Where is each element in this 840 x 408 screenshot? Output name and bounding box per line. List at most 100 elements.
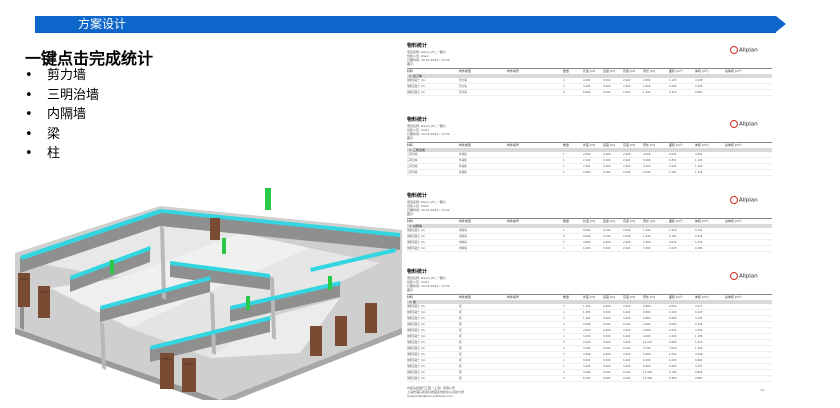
report-meta: 项目名称: Demo_PC_一期六 创建人员: linxin 日期时间: 10.12… (407, 200, 450, 216)
table-cell: 2.000 (583, 323, 591, 326)
table-cell: 1 (563, 159, 565, 162)
table-row: 三明治墙 外墙板 1 2.660 0.160 2.940 5.426 1.991 1.174 (407, 170, 772, 176)
table-cell: 2 (563, 353, 565, 356)
report-title: 物料统计 (407, 269, 428, 275)
table-cell: 4.795 (643, 347, 651, 350)
page-number: 1/1 (760, 388, 765, 392)
table-cell: 外墙板 (459, 165, 467, 168)
table-cell: 1.020 (669, 247, 677, 250)
table-cell: 2.000 (583, 329, 591, 332)
table-cell: 0.141 (695, 229, 703, 232)
table-row: 钢筋混凝土 (m) 内隔墙 1 1.000 0.200 2.920 2.300 1.020 0.… (407, 246, 772, 252)
table-cell: 0.340 (695, 329, 703, 332)
table-cell: 1.440 (643, 235, 651, 238)
table-cell: 0.200 (603, 323, 611, 326)
table-cell: 3.400 (583, 371, 591, 374)
table-cell: 钢筋混凝土 (m) (407, 229, 426, 232)
report-rows: 钢筋混凝土 (m) 梁 2 1.100 0.200 0.420 0.880 0.050 0.27… (407, 304, 772, 382)
table-cell: 1 (563, 165, 565, 168)
table-cell: 内隔墙 (459, 235, 467, 238)
table-cell: 0.887 (695, 377, 703, 380)
table-cell: 2 (563, 241, 565, 244)
table-cell: 0.200 (603, 347, 611, 350)
table-cell: 钢筋混凝土 (m) (407, 235, 426, 238)
table-cell: 0.420 (623, 359, 631, 362)
table-cell: 0.200 (603, 317, 611, 320)
table-cell: 钢筋混凝土 (m) (407, 91, 426, 94)
table-cell: 钢筋混凝土 (m) (407, 317, 426, 320)
table-cell: 1.076 (695, 241, 703, 244)
bullet-list: 剪力墙 三明治墙 内隔墙 梁 柱 (25, 66, 99, 164)
table-cell: 剪力墙 (459, 91, 467, 94)
table-cell: 梁 (459, 353, 462, 356)
allplan-logo: Allplan (730, 272, 758, 280)
report-title: 物料统计 (407, 43, 428, 49)
table-cell: 梁 (459, 359, 462, 362)
table-cell: 4.400 (643, 323, 651, 326)
table-cell: 2 (563, 79, 565, 82)
table-cell: 0.420 (623, 323, 631, 326)
table-cell: 1.126 (695, 159, 703, 162)
table-cell: 0.420 (623, 335, 631, 338)
table-cell: 梁 (459, 341, 462, 344)
table-cell: 3.200 (583, 335, 591, 338)
table-cell: 2.920 (623, 85, 631, 88)
table-cell: 梁 (459, 377, 462, 380)
table-cell: 内隔墙 (459, 247, 467, 250)
table-cell: 5.426 (643, 171, 651, 174)
table-cell: 0.357 (695, 365, 703, 368)
meta-line: 图示: (407, 136, 415, 140)
table-cell: 外墙板 (459, 171, 467, 174)
table-cell: 4.560 (669, 341, 677, 344)
building-render-image (15, 188, 402, 400)
table-cell: 外墙板 (459, 159, 467, 162)
table-cell: 2 (563, 317, 565, 320)
table-cell: 1 (563, 153, 565, 156)
report-rows: 钢筋混凝土 (m) 内隔墙 1 0.600 0.190 2.632 1.200 1.470 0.… (407, 228, 772, 252)
table-cell: 2 (563, 347, 565, 350)
table-cell: 2 (563, 377, 565, 380)
allplan-logo-icon (730, 46, 738, 54)
table-cell: 0.420 (623, 353, 631, 356)
table-cell: 1.069 (669, 85, 677, 88)
table-cell: 钢筋混凝土 (m) (407, 247, 426, 250)
table-cell: 0.420 (623, 341, 631, 344)
table-cell: 0.420 (623, 311, 631, 314)
bullet-item: 剪力墙 (25, 66, 99, 86)
table-cell: 1.400 (583, 317, 591, 320)
table-cell: 4.600 (643, 335, 651, 338)
table-cell: 0.660 (669, 323, 677, 326)
table-cell: 梁 (459, 311, 462, 314)
meta-line: 图示: (407, 62, 415, 66)
table-cell: 钢筋混凝土 (m) (407, 85, 426, 88)
table-cell: 2.632 (623, 229, 631, 232)
table-cell: 2 (563, 85, 565, 88)
table-cell: 梁 (459, 305, 462, 308)
table-cell: 0.160 (603, 159, 611, 162)
table-cell: 0.200 (603, 365, 611, 368)
bullet-item: 内隔墙 (25, 105, 99, 125)
allplan-logo-icon (730, 196, 738, 204)
table-cell: 0.420 (623, 329, 631, 332)
table-cell: 0.420 (623, 365, 631, 368)
table-cell: 2.440 (583, 159, 591, 162)
table-row: 钢筋混凝土 (m) 梁 2 6.340 0.200 0.420 11.300 2.360 0.8… (407, 376, 772, 382)
report-meta: 项目名称: Demo_PC_一期六 创建人员: linxin 日期时间: 10.12… (407, 50, 450, 66)
table-cell: 梁 (459, 371, 462, 374)
report-footer: 内蒙古铝架行工程（上海）有限公司 上海市浦东新区科技园区创新中心高新大厦 Suppo… (407, 386, 464, 398)
table-cell: 2.920 (623, 159, 631, 162)
table-cell: 1 (563, 229, 565, 232)
table-cell: 4.600 (643, 329, 651, 332)
table-cell: 梁 (459, 317, 462, 320)
table-cell: 1.100 (583, 305, 591, 308)
table-cell: 1.200 (643, 229, 651, 232)
table-cell: 3.676 (669, 241, 677, 244)
table-cell: 钢筋混凝土 (m) (407, 353, 426, 356)
table-cell: 6.200 (643, 359, 651, 362)
table-cell: 内隔墙 (459, 241, 467, 244)
table-cell: 三明治墙 (407, 153, 418, 156)
table-cell: 2.000 (583, 153, 591, 156)
table-cell: 三明治墙 (407, 171, 418, 174)
table-cell: 0.420 (623, 347, 631, 350)
table-cell: 0.420 (623, 377, 631, 380)
